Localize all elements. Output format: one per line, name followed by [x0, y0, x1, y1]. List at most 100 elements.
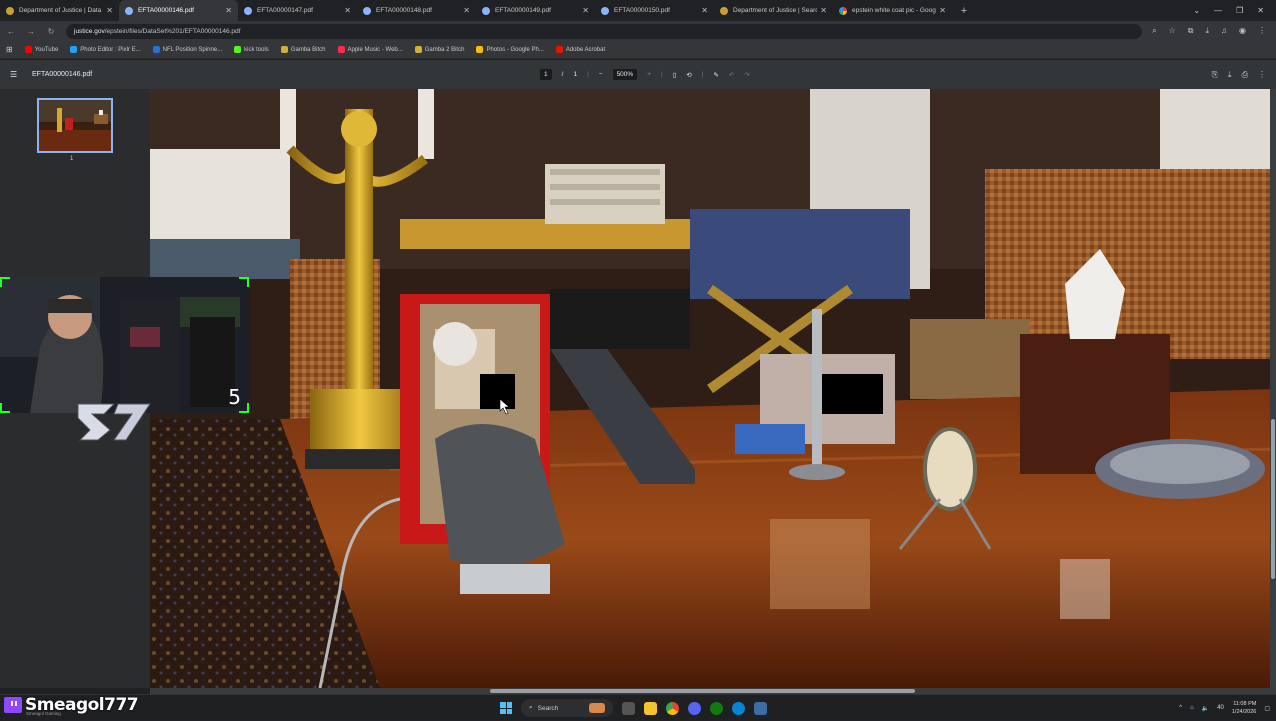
notification-icon[interactable]: ▢: [1264, 705, 1270, 712]
bookmark-item[interactable]: Gamba 2 Bitch: [414, 46, 464, 53]
tab-title: Department of Justice | Search: [733, 7, 818, 14]
pdf-more-icon[interactable]: ⋮: [1258, 70, 1266, 79]
pdf-favicon-icon: [244, 6, 252, 15]
bookmark-label: NFL Position Spinne...: [162, 46, 223, 53]
network-icon[interactable]: ⌂: [1190, 705, 1194, 711]
doj-favicon-icon: [6, 6, 14, 15]
frame-corner: [0, 403, 10, 413]
volume-icon[interactable]: 🔈: [1202, 705, 1209, 712]
close-window-icon[interactable]: ✕: [1257, 6, 1264, 15]
page-separator: /: [561, 71, 564, 78]
tabs-container: Department of Justice | Data S ✕ EFTA00000…: [0, 0, 952, 21]
media-icon[interactable]: ♫: [1221, 26, 1227, 36]
address-bar[interactable]: justice.gov/epstein/files/DataSet%201/EF…: [66, 23, 1143, 39]
total-pages: 1: [573, 71, 578, 78]
print-icon[interactable]: ⎙: [1242, 70, 1248, 80]
bookmark-label: Adobe Acrobat: [565, 46, 606, 53]
zoom-icon[interactable]: ⌕: [1152, 26, 1156, 36]
edge-icon[interactable]: [732, 701, 745, 715]
close-tab-icon[interactable]: ✕: [106, 6, 113, 15]
windows-taskbar: ⌕ Search ^ ⌂ 🔈 40 11:08 PM 1/24/2026 ▢: [0, 694, 1276, 720]
browser-menu-icon[interactable]: ⋮: [1258, 26, 1266, 36]
url-domain: justice.gov: [74, 27, 105, 35]
profile-icon[interactable]: ◉: [1239, 26, 1246, 36]
xbox-icon[interactable]: [710, 701, 723, 715]
rotate-icon[interactable]: ⟲: [686, 71, 691, 79]
close-tab-icon[interactable]: ✕: [939, 6, 946, 15]
bookmark-item[interactable]: NFL Position Spinne...: [152, 46, 223, 53]
fit-page-icon[interactable]: ▯: [673, 71, 677, 79]
bookmark-item[interactable]: Photo Editor : Pixlr E...: [70, 46, 141, 53]
discord-icon[interactable]: [688, 701, 701, 715]
browser-tab[interactable]: EFTA00000148.pdf ✕: [357, 0, 476, 21]
task-view-icon[interactable]: [622, 701, 635, 715]
browser-tab[interactable]: EFTA00000150.pdf ✕: [595, 0, 714, 21]
undo-icon[interactable]: ↶: [729, 71, 734, 79]
bookmark-star-icon[interactable]: ☆: [1169, 26, 1176, 36]
webcam-feed: [0, 277, 249, 413]
page-number-input[interactable]: 1: [540, 69, 552, 80]
close-tab-icon[interactable]: ✕: [582, 6, 589, 15]
window-controls: ⌄ — ❐ ✕: [1193, 0, 1276, 21]
close-tab-icon[interactable]: ✕: [225, 6, 232, 15]
new-tab-button[interactable]: +: [956, 0, 972, 21]
bookmark-item[interactable]: YouTube: [24, 46, 58, 53]
search-highlight-icon: [589, 703, 605, 713]
redo-icon[interactable]: ↷: [744, 71, 749, 79]
tab-title: EFTA00000149.pdf: [495, 7, 551, 14]
apps-grid-icon[interactable]: ⊞: [6, 45, 13, 54]
vertical-scrollbar[interactable]: [1270, 89, 1276, 688]
pdf-download-icon[interactable]: ⤓: [1228, 70, 1232, 80]
zoom-out-icon[interactable]: −: [599, 71, 603, 78]
zoom-level-input[interactable]: 500%: [612, 69, 638, 80]
bookmark-item[interactable]: Adobe Acrobat: [555, 46, 606, 53]
browser-tab[interactable]: Department of Justice | Search ✕: [714, 0, 833, 21]
bookmark-list: YouTube Photo Editor : Pixlr E... NFL Posi…: [24, 46, 606, 53]
streamer-overlay: Smeagol777: [4, 694, 139, 716]
browser-tab[interactable]: EFTA00000146.pdf ✕: [119, 0, 238, 21]
page-thumbnail[interactable]: [37, 98, 113, 153]
browser-tab[interactable]: EFTA00000149.pdf ✕: [476, 0, 595, 21]
annotate-icon[interactable]: ✎: [713, 71, 718, 79]
pdf-sidebar-menu-icon[interactable]: ☰: [10, 70, 22, 79]
extensions-icon[interactable]: ⧉: [1188, 26, 1194, 36]
taskbar-search[interactable]: ⌕ Search: [521, 699, 613, 717]
bookmark-label: Photo Editor : Pixlr E...: [80, 46, 141, 53]
close-tab-icon[interactable]: ✕: [701, 6, 708, 15]
browser-tab[interactable]: EFTA00000147.pdf ✕: [238, 0, 357, 21]
horizontal-scroll-thumb[interactable]: [490, 689, 915, 693]
maximize-icon[interactable]: ❐: [1236, 6, 1243, 15]
close-tab-icon[interactable]: ✕: [820, 6, 827, 15]
close-tab-icon[interactable]: ✕: [344, 6, 351, 15]
tab-search-icon[interactable]: ⌄: [1193, 6, 1200, 15]
browser-tab[interactable]: Department of Justice | Data S ✕: [0, 0, 119, 21]
bookmark-item[interactable]: Apple Music - Web...: [337, 46, 403, 53]
bookmark-item[interactable]: Photos - Google Ph...: [476, 46, 544, 53]
bookmark-label: Gamba Bitch: [290, 46, 326, 53]
calculator-icon[interactable]: [754, 701, 767, 715]
zoom-in-icon[interactable]: +: [647, 71, 651, 78]
frame-corner: [239, 277, 249, 287]
browser-tab-strip: Department of Justice | Data S ✕ EFTA00000…: [0, 0, 1276, 21]
download-icon[interactable]: ⤓: [1205, 26, 1209, 36]
search-placeholder: Search: [537, 704, 559, 712]
file-explorer-icon[interactable]: [644, 701, 657, 715]
start-button[interactable]: [500, 702, 512, 714]
save-icon[interactable]: ⎘: [1212, 70, 1218, 80]
minimize-icon[interactable]: —: [1214, 6, 1222, 15]
taskbar-clock[interactable]: 11:08 PM 1/24/2026: [1232, 700, 1256, 716]
chrome-icon[interactable]: [666, 701, 679, 715]
tab-title: EFTA00000150.pdf: [614, 7, 670, 14]
browser-tab[interactable]: epstein white coat pic - Googl ✕: [833, 0, 952, 21]
bookmark-favicon-icon: [414, 46, 422, 53]
reload-icon[interactable]: ↻: [46, 27, 56, 36]
back-icon[interactable]: ←: [6, 27, 16, 36]
thumbnail-page-number: 1: [70, 156, 74, 162]
vertical-scroll-thumb[interactable]: [1271, 419, 1275, 579]
forward-icon[interactable]: →: [26, 27, 36, 36]
bookmark-item[interactable]: kick tools: [234, 46, 269, 53]
close-tab-icon[interactable]: ✕: [463, 6, 470, 15]
bookmark-item[interactable]: Gamba Bitch: [280, 46, 326, 53]
tray-overflow-icon[interactable]: ^: [1179, 705, 1182, 711]
clock-time: 11:08 PM: [1233, 701, 1257, 707]
